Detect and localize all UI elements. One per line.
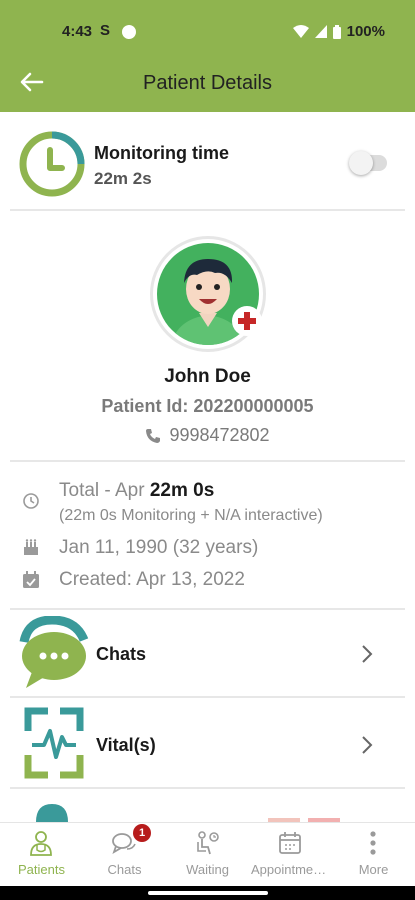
vitals-heartbeat-icon bbox=[24, 707, 84, 779]
doctor-icon bbox=[30, 831, 52, 856]
calendar-icon bbox=[279, 832, 301, 854]
birthday-cake-icon bbox=[24, 539, 38, 555]
status-s-icon: S bbox=[100, 22, 111, 39]
patient-phone[interactable]: 9998472802 bbox=[0, 425, 415, 446]
date-of-birth: Jan 11, 1990 (32 years) bbox=[59, 537, 259, 558]
divider bbox=[10, 608, 405, 610]
chat-unread-badge: 1 bbox=[133, 824, 151, 842]
chat-bubble-icon bbox=[19, 616, 89, 688]
total-prefix: Total - Apr bbox=[59, 480, 150, 501]
total-detail: (22m 0s Monitoring + N/A interactive) bbox=[59, 507, 323, 524]
nav-label: Appointmen... bbox=[251, 862, 332, 877]
monitoring-title: Monitoring time bbox=[94, 143, 229, 163]
chevron-right-icon[interactable] bbox=[360, 643, 374, 665]
divider bbox=[10, 209, 405, 211]
nav-more[interactable]: More bbox=[332, 822, 415, 884]
battery-percent: 100% bbox=[346, 23, 385, 40]
home-indicator[interactable] bbox=[148, 891, 268, 895]
clock-icon bbox=[23, 493, 39, 509]
status-time: 4:43 bbox=[62, 23, 93, 40]
battery-icon bbox=[332, 24, 341, 39]
total-time: Total - Apr 22m 0s bbox=[59, 480, 214, 502]
monitoring-toggle-knob[interactable] bbox=[349, 151, 373, 175]
chevron-right-icon[interactable] bbox=[360, 734, 374, 756]
patient-id: Patient Id: 202200000005 bbox=[101, 396, 314, 416]
vitals-label: Vital(s) bbox=[96, 735, 156, 755]
nav-label: Patients bbox=[18, 862, 65, 877]
more-vertical-icon bbox=[370, 831, 376, 855]
clock-progress-icon bbox=[19, 131, 85, 197]
nav-chats[interactable]: 1 Chats bbox=[83, 822, 166, 884]
waiting-room-icon bbox=[197, 831, 219, 855]
divider bbox=[10, 787, 405, 789]
status-dot-icon bbox=[122, 25, 136, 39]
wifi-icon bbox=[292, 25, 309, 38]
total-value: 22m 0s bbox=[149, 480, 215, 501]
signal-icon bbox=[314, 25, 327, 38]
phone-icon bbox=[146, 428, 161, 443]
nav-label: More bbox=[358, 862, 389, 877]
nav-label: Waiting bbox=[186, 862, 229, 877]
monitoring-time: 22m 2s bbox=[94, 169, 152, 188]
divider bbox=[10, 460, 405, 462]
partial-row-icon bbox=[36, 804, 68, 822]
phone-number: 9998472802 bbox=[169, 425, 270, 445]
divider bbox=[10, 696, 405, 698]
medical-cross-icon bbox=[232, 306, 262, 336]
status-bar: 4:43 S 100% bbox=[0, 0, 415, 62]
patient-name: John Doe bbox=[164, 366, 251, 387]
nav-waiting[interactable]: Waiting bbox=[166, 822, 249, 884]
created-date: Created: Apr 13, 2022 bbox=[59, 569, 245, 590]
calendar-icon bbox=[23, 571, 39, 588]
page-title: Patient Details bbox=[143, 72, 272, 94]
chats-label: Chats bbox=[96, 644, 147, 664]
status-right: 100% bbox=[292, 23, 385, 40]
nav-appointments[interactable]: Appointmen... bbox=[249, 822, 332, 884]
nav-label: Chats bbox=[107, 862, 142, 877]
nav-patients[interactable]: Patients bbox=[0, 822, 83, 884]
